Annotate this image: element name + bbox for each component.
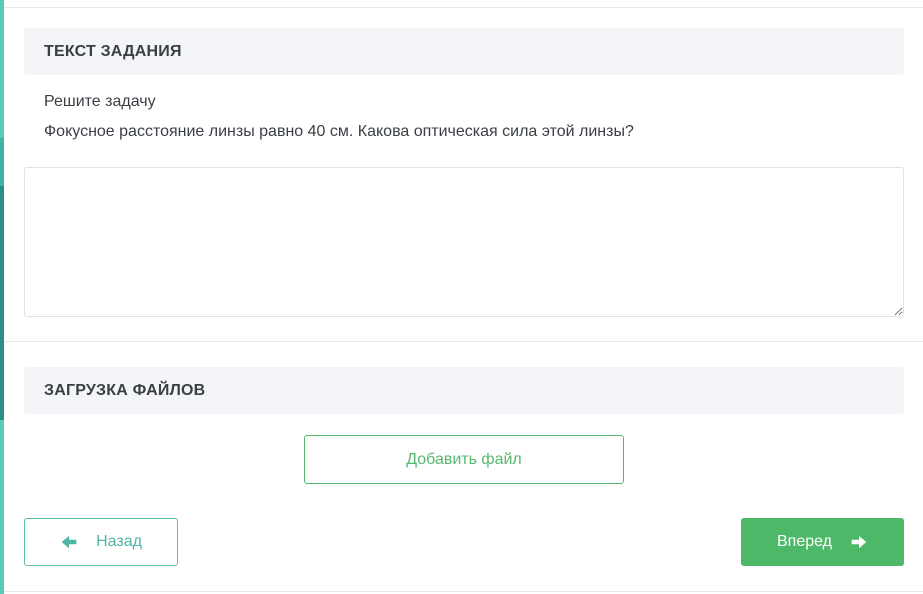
add-file-button-label: Добавить файл [406, 450, 522, 468]
accent-segment [0, 138, 4, 186]
add-file-button[interactable]: Добавить файл [304, 435, 624, 484]
accent-segment [0, 420, 4, 594]
answer-textarea[interactable] [24, 167, 904, 317]
next-button-label: Вперед [776, 533, 832, 550]
task-text-header: ТЕКСТ ЗАДАНИЯ [24, 28, 904, 75]
top-divider [4, 7, 923, 8]
accent-segment [0, 0, 4, 138]
file-upload-header-label: ЗАГРУЗКА ФАЙЛОВ [44, 381, 206, 399]
accent-segment [0, 186, 4, 420]
back-button[interactable]: Назад [24, 518, 178, 566]
next-button[interactable]: Вперед [741, 518, 904, 566]
back-button-label: Назад [96, 533, 142, 550]
left-accent-strip [0, 0, 4, 594]
task-instruction: Решите задачу [44, 93, 156, 110]
task-question: Фокусное расстояние линзы равно 40 см. К… [44, 123, 634, 140]
task-text-header-label: ТЕКСТ ЗАДАНИЯ [44, 42, 182, 60]
arrow-right-icon [850, 533, 868, 551]
section-divider [4, 341, 923, 342]
arrow-left-icon [60, 533, 78, 551]
file-upload-header: ЗАГРУЗКА ФАЙЛОВ [24, 367, 904, 414]
bottom-divider [4, 591, 923, 592]
